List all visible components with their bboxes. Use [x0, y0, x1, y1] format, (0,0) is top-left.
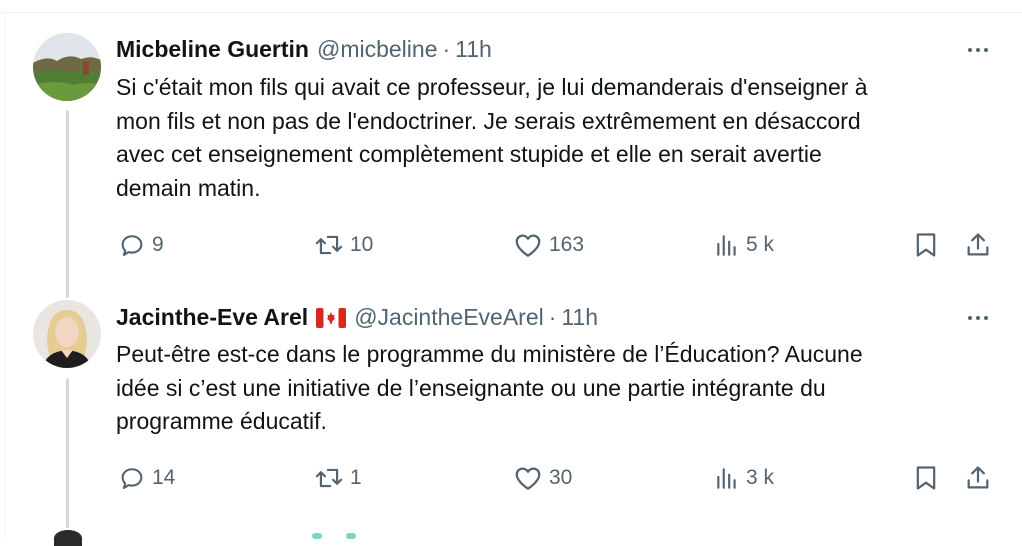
reply-count: 9 [152, 233, 164, 256]
more-options-icon[interactable] [962, 308, 994, 328]
reply-icon [121, 235, 143, 256]
user-handle[interactable]: @JacintheEveArel [354, 304, 544, 331]
like-count: 30 [549, 466, 573, 489]
tweet-micbeline[interactable]: Micbeline Guertin @micbeline · 11h Si c'… [0, 0, 1022, 290]
reply-count: 14 [152, 466, 176, 489]
share-button[interactable] [964, 230, 992, 260]
reply-icon [121, 468, 143, 489]
canada-flag-icon [316, 307, 347, 328]
avatar[interactable] [33, 33, 101, 101]
next-tweet-emoji [346, 533, 356, 539]
tweet-header: Jacinthe-Eve Arel @JacintheEveArel · 11h [116, 302, 598, 332]
share-button[interactable] [964, 463, 992, 493]
bookmark-icon [916, 466, 936, 490]
retweet-button[interactable]: 1 [314, 463, 362, 493]
next-tweet-emoji [312, 533, 322, 539]
share-icon [967, 466, 989, 489]
separator-dot: · [548, 303, 557, 330]
bookmark-button[interactable] [913, 230, 939, 260]
tweet-text: Peut-être est-ce dans le programme du mi… [116, 341, 863, 434]
timestamp[interactable]: 11h [561, 304, 598, 331]
reply-button[interactable]: 14 [118, 463, 175, 493]
views-button[interactable]: 5 k [714, 230, 774, 260]
retweet-icon [315, 235, 343, 255]
heart-icon [515, 467, 541, 490]
view-count: 3 k [746, 466, 775, 489]
bookmark-button[interactable] [913, 463, 939, 493]
next-tweet-avatar[interactable] [54, 530, 82, 546]
person-avatar-icon [33, 300, 101, 368]
views-button[interactable]: 3 k [714, 463, 774, 493]
tweet-header: Micbeline Guertin @micbeline · 11h [116, 34, 492, 64]
display-name[interactable]: Micbeline Guertin [116, 36, 309, 63]
display-name[interactable]: Jacinthe-Eve Arel [116, 304, 308, 331]
timestamp[interactable]: 11h [455, 36, 492, 63]
retweet-count: 10 [350, 233, 374, 256]
like-count: 163 [549, 233, 585, 256]
analytics-icon [717, 468, 736, 489]
landscape-avatar-icon [33, 33, 101, 101]
more-options-icon[interactable] [962, 40, 994, 60]
tweet-actions: 14 1 30 3 k [0, 463, 1022, 493]
tweet-text: Si c'était mon fils qui avait ce profess… [116, 74, 868, 201]
tweet-jacinthe[interactable]: Jacinthe-Eve Arel @JacintheEveArel · 11h… [0, 290, 1022, 530]
like-button[interactable]: 30 [513, 463, 572, 493]
retweet-count: 1 [350, 466, 362, 489]
retweet-button[interactable]: 10 [314, 230, 373, 260]
share-icon [967, 233, 989, 256]
tweet-actions: 9 10 163 5 k [0, 230, 1022, 260]
avatar[interactable] [33, 300, 101, 368]
retweet-icon [315, 468, 343, 488]
bookmark-icon [916, 233, 936, 257]
reply-button[interactable]: 9 [118, 230, 164, 260]
analytics-icon [717, 235, 736, 256]
view-count: 5 k [746, 233, 775, 256]
like-button[interactable]: 163 [513, 230, 584, 260]
separator-dot: · [442, 35, 451, 62]
user-handle[interactable]: @micbeline [317, 36, 438, 63]
heart-icon [515, 234, 541, 257]
